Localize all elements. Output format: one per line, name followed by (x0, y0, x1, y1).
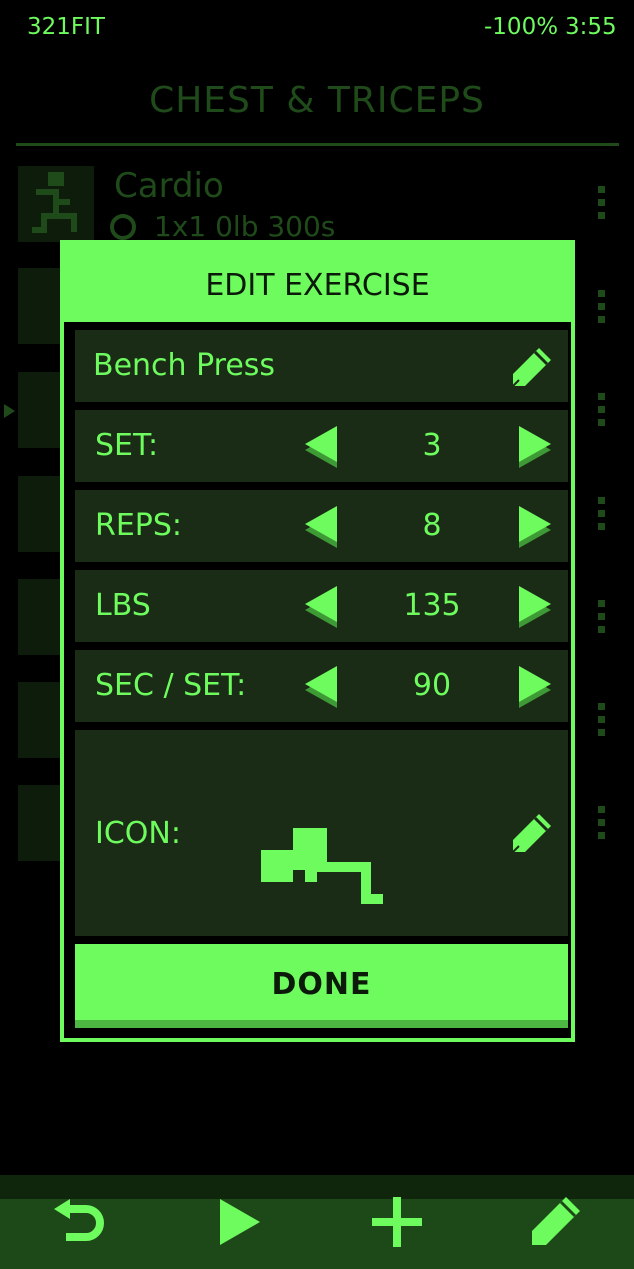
dialog-body: Bench Press SET: 3 REPS: 8 LBS 135 SEC /… (64, 322, 571, 1038)
increase-sec-button[interactable] (515, 664, 555, 710)
lbs-label: LBS (95, 588, 151, 623)
more-options-icon[interactable] (598, 393, 608, 433)
more-options-icon[interactable] (598, 186, 608, 226)
exercise-name: Bench Press (93, 348, 276, 383)
set-label: SET: (95, 428, 159, 463)
title-divider (16, 143, 619, 146)
lbs-row: LBS 135 (75, 570, 568, 642)
reps-label: REPS: (95, 508, 183, 543)
status-time: 3:55 (565, 14, 617, 40)
status-app-name: 321FIT (27, 14, 105, 40)
edit-exercise-dialog: EDIT EXERCISE Bench Press SET: 3 REPS: 8… (60, 240, 575, 1042)
list-item-name: Cardio (114, 166, 224, 206)
sec-per-set-value: 90 (412, 668, 452, 703)
more-options-icon[interactable] (598, 600, 608, 640)
lbs-value: 135 (403, 588, 461, 623)
cardio-icon (18, 166, 94, 242)
complete-circle-icon[interactable] (110, 214, 136, 240)
done-button[interactable]: DONE (75, 944, 568, 1028)
more-options-icon[interactable] (598, 290, 608, 330)
sec-per-set-label: SEC / SET: (95, 668, 247, 703)
increase-set-button[interactable] (515, 424, 555, 470)
done-label: DONE (271, 967, 372, 1002)
battery-level: -100% (484, 14, 559, 40)
set-value: 3 (422, 428, 442, 463)
increase-reps-button[interactable] (515, 504, 555, 550)
list-item[interactable]: Cardio 1x1 0lb 300s (18, 166, 598, 244)
more-options-icon[interactable] (598, 703, 608, 743)
status-bar: 321FIT -100% 3:55 (0, 0, 634, 58)
page-title: CHEST & TRICEPS (149, 80, 485, 121)
increase-lbs-button[interactable] (515, 584, 555, 630)
more-options-icon[interactable] (598, 497, 608, 537)
plus-icon[interactable] (372, 1197, 422, 1247)
bottom-toolbar (0, 1175, 634, 1269)
exercise-name-row[interactable]: Bench Press (75, 330, 568, 402)
decrease-set-button[interactable] (301, 424, 341, 470)
undo-icon[interactable] (52, 1199, 106, 1249)
set-row: SET: 3 (75, 410, 568, 482)
current-item-marker-icon (4, 404, 15, 418)
more-options-icon[interactable] (598, 806, 608, 846)
pencil-icon[interactable] (528, 1195, 582, 1249)
list-item-details: 1x1 0lb 300s (154, 210, 336, 243)
icon-label: ICON: (95, 816, 181, 851)
dialog-title: EDIT EXERCISE (205, 268, 430, 303)
decrease-lbs-button[interactable] (301, 584, 341, 630)
reps-value: 8 (422, 508, 442, 543)
edit-icon-pencil-icon[interactable] (509, 810, 555, 856)
icon-row: ICON: (75, 730, 568, 936)
decrease-sec-button[interactable] (301, 664, 341, 710)
bench-press-icon[interactable] (259, 826, 385, 906)
sec-per-set-row: SEC / SET: 90 (75, 650, 568, 722)
play-icon[interactable] (218, 1197, 262, 1247)
decrease-reps-button[interactable] (301, 504, 341, 550)
edit-name-pencil-icon[interactable] (509, 344, 555, 390)
reps-row: REPS: 8 (75, 490, 568, 562)
